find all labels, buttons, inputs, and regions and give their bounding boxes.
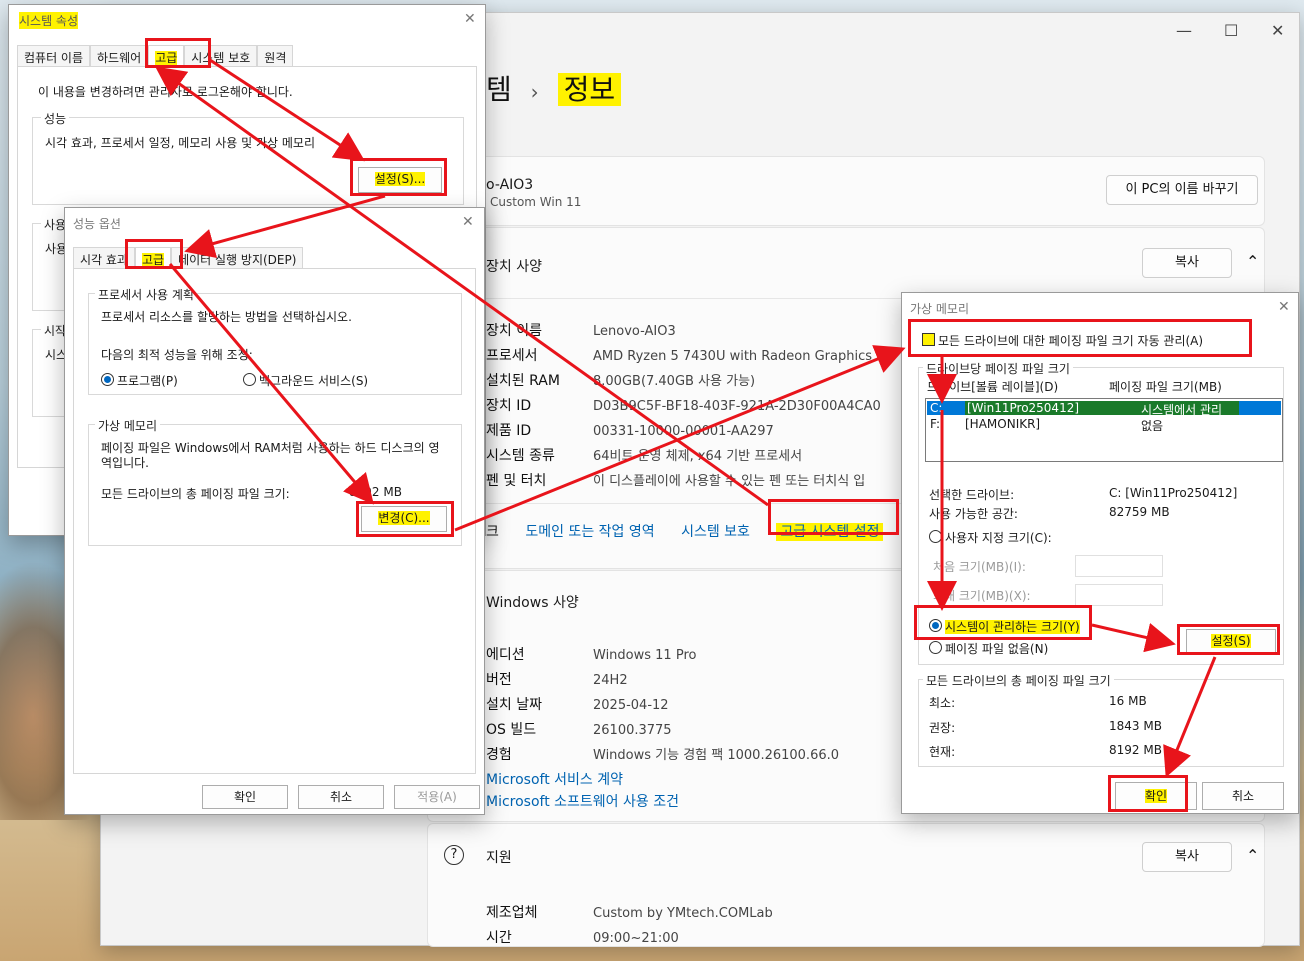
arrow: [184, 194, 386, 259]
arrow: [1091, 622, 1176, 653]
arrow: [1163, 656, 1217, 778]
arrow: [454, 345, 906, 532]
arrow: [209, 58, 366, 162]
arrow: [168, 263, 374, 505]
annotation-arrows: [155, 58, 1217, 778]
